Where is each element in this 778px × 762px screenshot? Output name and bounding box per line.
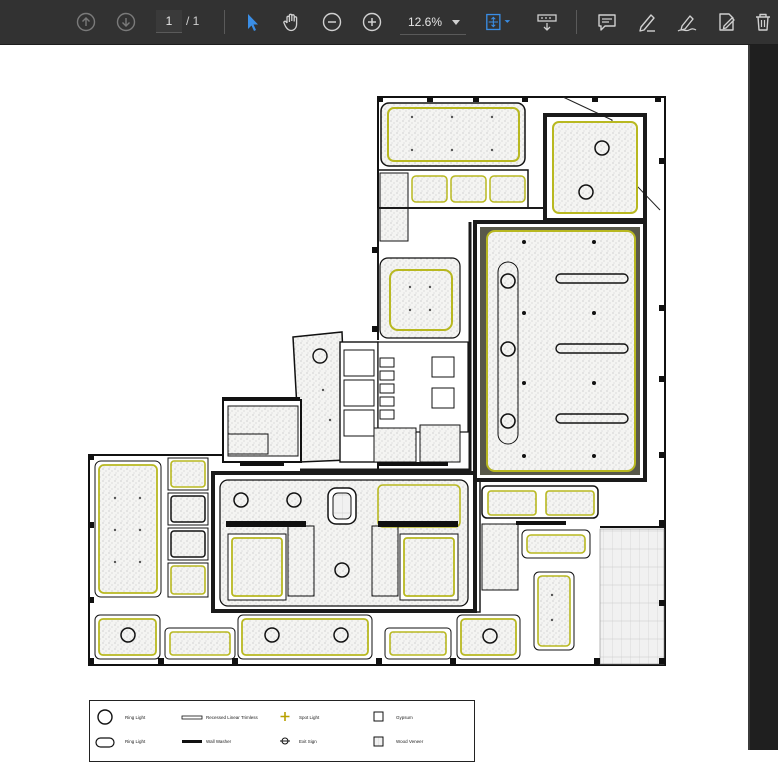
select-cursor-icon <box>248 14 258 31</box>
zoom-out-button[interactable] <box>318 8 346 36</box>
legend-symbols <box>95 709 384 748</box>
floor-plan-drawing <box>88 96 666 666</box>
comment-icon <box>598 14 616 31</box>
previous-page-button[interactable] <box>72 8 100 36</box>
drawing-legend: Ring Light Recessed Linear Trimless Spot… <box>89 700 475 762</box>
toolbar-divider <box>576 10 577 34</box>
zoom-dropdown[interactable]: 12.6% <box>400 10 466 35</box>
edit-pdf-button[interactable] <box>713 8 741 36</box>
fit-page-button[interactable] <box>484 8 512 36</box>
highlight-button[interactable] <box>633 8 661 36</box>
highlight-pen-icon <box>639 14 655 32</box>
comment-button[interactable] <box>593 8 621 36</box>
legend-label: Recessed Linear Trimless <box>206 715 258 720</box>
edit-pdf-icon <box>719 13 735 31</box>
legend-label: Wood Veneer <box>396 739 424 744</box>
next-page-button[interactable] <box>112 8 140 36</box>
page-total-label: / 1 <box>186 14 200 28</box>
select-tool-button[interactable] <box>238 8 266 36</box>
pdf-toolbar: / 1 12.6% <box>0 0 778 45</box>
read-mode-button[interactable] <box>533 8 561 36</box>
arrow-down-icon <box>116 12 136 32</box>
sign-icon <box>677 15 697 32</box>
fit-page-icon <box>486 13 511 31</box>
legend-label: Exit Sign <box>299 739 317 744</box>
chevron-down-icon <box>452 20 460 25</box>
delete-icon <box>756 13 770 31</box>
delete-button[interactable] <box>749 8 777 36</box>
zoom-value: 12.6% <box>408 15 443 29</box>
toolbar-divider <box>224 10 225 34</box>
legend-label: Gypsum <box>396 715 413 720</box>
legend-label: Wall Washer <box>206 739 232 744</box>
legend-label: Ring Light <box>125 739 146 744</box>
legend-label: Ring Light <box>125 715 146 720</box>
arrow-up-icon <box>76 12 96 32</box>
document-viewport[interactable]: Ring Light Recessed Linear Trimless Spot… <box>0 45 748 762</box>
scrollbar-edge <box>748 45 750 750</box>
fill-sign-button[interactable] <box>673 8 701 36</box>
page-number-input[interactable] <box>156 10 182 33</box>
hand-tool-button[interactable] <box>278 8 306 36</box>
read-mode-icon <box>537 14 557 31</box>
vertical-scrollbar[interactable] <box>748 45 778 750</box>
zoom-in-icon <box>362 12 382 32</box>
zoom-in-button[interactable] <box>358 8 386 36</box>
hand-tool-icon <box>283 13 298 32</box>
zoom-out-icon <box>322 12 342 32</box>
legend-label: Spot Light <box>299 715 320 720</box>
